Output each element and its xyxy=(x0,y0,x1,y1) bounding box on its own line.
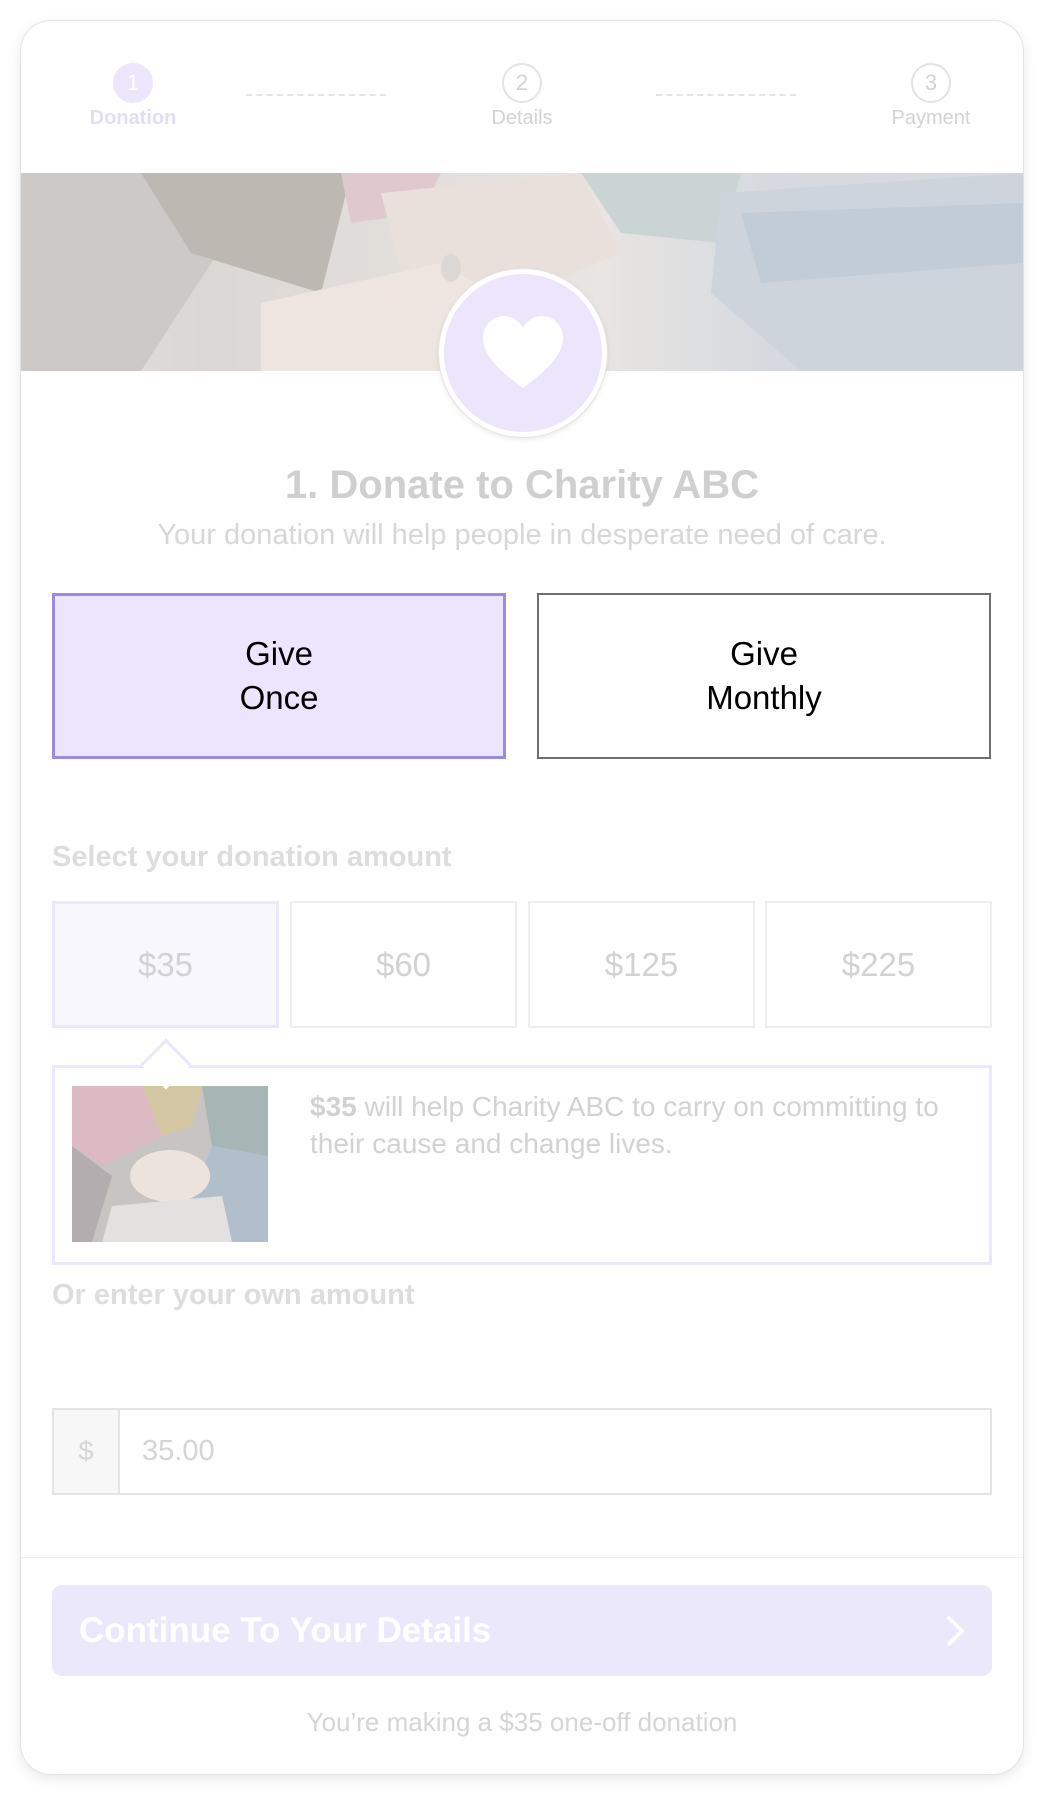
give-monthly-button[interactable]: Give Monthly xyxy=(537,593,991,759)
heart-icon xyxy=(483,316,563,388)
impact-text: $35 will help Charity ABC to carry on co… xyxy=(310,1088,970,1162)
page-title: 1. Donate to Charity ABC xyxy=(284,463,760,507)
step-connector xyxy=(246,94,386,96)
step-label: Payment xyxy=(891,107,971,129)
amount-option-60[interactable]: $60 xyxy=(290,901,517,1028)
step-label: Donation xyxy=(89,107,177,129)
custom-amount-label: Or enter your own amount xyxy=(52,1279,415,1311)
step-label: Details xyxy=(491,107,553,129)
give-once-button[interactable]: Give Once xyxy=(52,593,506,759)
step-number: 2 xyxy=(502,63,542,103)
impact-info-box: $35 will help Charity ABC to carry on co… xyxy=(52,1065,992,1265)
step-connector xyxy=(656,94,796,96)
progress-stepper: 1 Donation 2 Details 3 Payment xyxy=(21,21,1023,173)
donation-card: 1 Donation 2 Details 3 Payment 1. Donate… xyxy=(21,21,1023,1774)
give-monthly-line2: Monthly xyxy=(706,679,822,716)
impact-amount: $35 xyxy=(310,1091,357,1122)
amount-option-125[interactable]: $125 xyxy=(528,901,755,1028)
amount-section-label: Select your donation amount xyxy=(52,841,452,873)
donation-summary: You’re making a $35 one-off donation xyxy=(306,1707,738,1737)
amount-option-225[interactable]: $225 xyxy=(765,901,992,1028)
heart-badge xyxy=(439,269,607,437)
impact-description: will help Charity ABC to carry on commit… xyxy=(310,1091,939,1159)
step-details[interactable]: 2 Details xyxy=(452,63,592,130)
give-once-line1: Give xyxy=(245,635,313,672)
impact-image xyxy=(72,1086,268,1242)
step-number: 3 xyxy=(911,63,951,103)
custom-amount-input[interactable] xyxy=(120,1410,990,1493)
continue-button-label: Continue To Your Details xyxy=(79,1611,492,1650)
page-subtitle: Your donation will help people in desper… xyxy=(157,519,887,551)
step-donation[interactable]: 1 Donation xyxy=(63,63,203,130)
chevron-right-icon xyxy=(947,1616,964,1646)
step-payment[interactable]: 3 Payment xyxy=(861,63,1001,130)
currency-prefix: $ xyxy=(54,1410,120,1493)
give-once-line2: Once xyxy=(239,679,319,716)
amount-option-35[interactable]: $35 xyxy=(52,901,279,1028)
give-monthly-line1: Give xyxy=(730,635,798,672)
step-number: 1 xyxy=(113,63,153,103)
footer-divider xyxy=(21,1557,1023,1558)
custom-amount-field: $ xyxy=(52,1408,992,1495)
continue-button[interactable]: Continue To Your Details xyxy=(52,1585,992,1676)
